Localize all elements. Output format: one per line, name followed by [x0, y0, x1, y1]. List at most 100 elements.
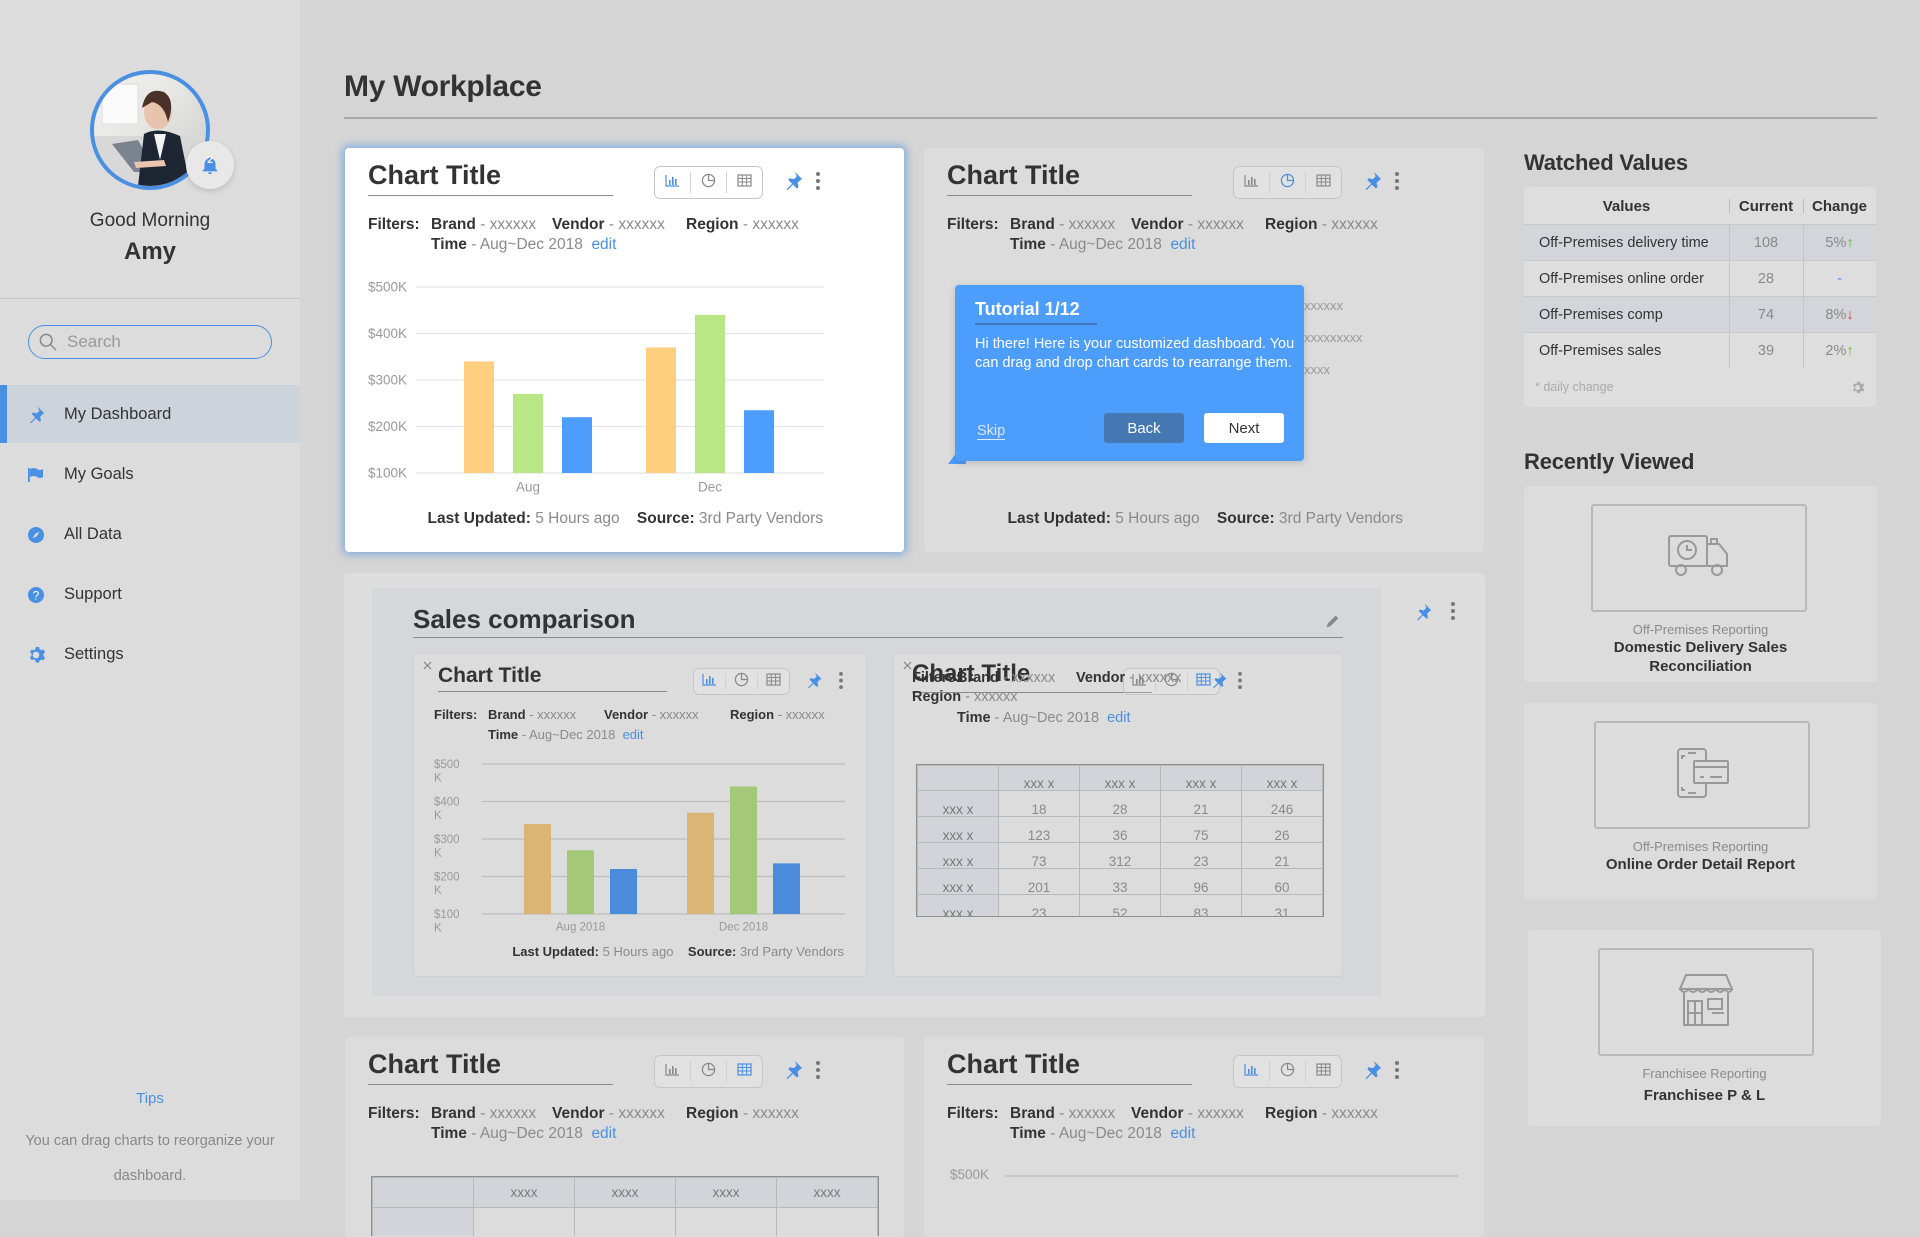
pie-view-button[interactable]: [690, 171, 726, 194]
edit-pencil-icon[interactable]: [1324, 612, 1342, 630]
edit-filters-link[interactable]: edit: [1107, 710, 1130, 726]
filter-region[interactable]: Region - xxxxxx: [1265, 216, 1378, 234]
bar-view-button[interactable]: [1234, 1061, 1269, 1083]
sidebar-item-my-dashboard[interactable]: My Dashboard: [0, 385, 300, 443]
partial-value: xxxx: [1304, 362, 1330, 377]
gear-icon[interactable]: [1850, 380, 1865, 395]
filter-time[interactable]: Time - Aug~Dec 2018 edit: [957, 710, 1130, 726]
card-title[interactable]: Chart Title: [438, 664, 667, 693]
table-view-button[interactable]: [757, 672, 789, 691]
search-box[interactable]: [28, 325, 272, 359]
chart-card[interactable]: $100 K $200 K $300 K $400 K $500 K Aug 2018 Dec 201…: [413, 653, 867, 977]
table-view-button[interactable]: [1305, 1060, 1341, 1083]
card-title[interactable]: Chart Title: [368, 160, 613, 197]
recent-item[interactable]: Off-Premises Reporting Online Order Deta…: [1524, 703, 1877, 899]
filter-vendor[interactable]: Vendor - xxxxxx: [1131, 216, 1244, 234]
bar-chart: $100K $200K $300K $400K $500K Aug Dec: [368, 280, 824, 495]
edit-filters-link[interactable]: edit: [591, 1125, 616, 1142]
tips-title[interactable]: Tips: [0, 1090, 300, 1107]
watched-value-row[interactable]: Off-Premises comp 74 8%↓: [1524, 296, 1876, 333]
more-options-button[interactable]: [815, 1059, 821, 1086]
filter-region[interactable]: Region - xxxxxx: [912, 689, 1018, 705]
table-view-button[interactable]: [1305, 171, 1341, 194]
chart-card[interactable]: Chart Title Filters: Brand - xxxxxx Vendor …: [924, 1037, 1484, 1237]
card-title[interactable]: Chart Title: [947, 1049, 1192, 1086]
filter-region[interactable]: Region - xxxxxx: [686, 1105, 799, 1123]
bar-view-button[interactable]: [655, 1061, 690, 1083]
sidebar-divider: [0, 298, 300, 299]
filter-vendor[interactable]: Vendor - xxxxxx: [604, 707, 699, 722]
bar-view-button[interactable]: [694, 673, 725, 691]
pie-view-button[interactable]: [725, 672, 757, 691]
edit-filters-link[interactable]: edit: [591, 236, 616, 253]
watched-value-row[interactable]: Off-Premises delivery time 108 5%↑: [1524, 224, 1876, 261]
sidebar-item-settings[interactable]: Settings: [0, 625, 300, 683]
pin-button[interactable]: [1209, 671, 1228, 695]
filter-time[interactable]: Time - Aug~Dec 2018 edit: [488, 727, 644, 742]
more-options-button[interactable]: [838, 671, 844, 695]
edit-filters-link[interactable]: edit: [623, 727, 644, 742]
filter-region[interactable]: Region - xxxxxx: [686, 216, 799, 234]
sidebar-item-support[interactable]: ? Support: [0, 565, 300, 623]
pin-button[interactable]: [1361, 170, 1383, 197]
sidebar-item-my-goals[interactable]: My Goals: [0, 445, 300, 503]
pie-view-button[interactable]: [1269, 1060, 1305, 1083]
notification-button[interactable]: 2: [186, 141, 234, 189]
pin-button[interactable]: [782, 1059, 804, 1086]
filter-region[interactable]: Region - xxxxxx: [1265, 1105, 1378, 1123]
table-view-button[interactable]: [726, 1060, 762, 1083]
filter-time[interactable]: Time - Aug~Dec 2018 edit: [431, 1125, 616, 1143]
filter-brand[interactable]: Brand - xxxxxx: [431, 1105, 536, 1123]
pin-button[interactable]: [804, 671, 823, 695]
filter-brand[interactable]: Brand - xxxxxx: [488, 707, 576, 722]
pin-button[interactable]: [782, 170, 804, 197]
bar-view-button[interactable]: [1234, 172, 1269, 194]
pin-button[interactable]: [1361, 1059, 1383, 1086]
filter-time[interactable]: Time - Aug~Dec 2018 edit: [1010, 1125, 1195, 1143]
filter-time[interactable]: Time - Aug~Dec 2018 edit: [431, 236, 616, 254]
filters-label: Filters:: [947, 1105, 999, 1122]
table-card[interactable]: Chart Title Filters: Brand - xxxxxx Vendor …: [893, 653, 1343, 977]
watched-value-row[interactable]: Off-Premises sales 39 2%↑: [1524, 332, 1876, 369]
filter-vendor[interactable]: Vendor - xxxxxx: [1076, 670, 1182, 686]
recent-item[interactable]: Off-Premises Reporting Domestic Delivery…: [1524, 486, 1877, 682]
sidebar-item-all-data[interactable]: All Data: [0, 505, 300, 563]
watched-value-row[interactable]: Off-Premises online order 28 -: [1524, 260, 1876, 297]
trend-up-icon: ↑: [1846, 235, 1854, 251]
filter-brand[interactable]: Brand - xxxxxx: [957, 670, 1055, 686]
recent-item[interactable]: Franchisee Reporting Franchisee P & L: [1528, 930, 1881, 1126]
search-input[interactable]: [67, 330, 257, 354]
y-tick-label: $100: [434, 909, 460, 921]
next-button[interactable]: Next: [1204, 413, 1284, 443]
edit-filters-link[interactable]: edit: [1170, 236, 1195, 253]
close-button[interactable]: [420, 658, 434, 672]
filter-vendor[interactable]: Vendor - xxxxxx: [1131, 1105, 1244, 1123]
more-options-button[interactable]: [1448, 601, 1458, 625]
table-card[interactable]: Chart Title Filters: Brand - xxxxxx Vendor …: [345, 1037, 904, 1237]
filter-brand[interactable]: Brand - xxxxxx: [431, 216, 536, 234]
more-options-button[interactable]: [1394, 1059, 1400, 1086]
table-view-button[interactable]: [726, 171, 762, 194]
sales-comparison-group[interactable]: Sales comparison $100 K $200 K $300 K $400 K $50…: [344, 573, 1485, 1017]
filter-time[interactable]: Time - Aug~Dec 2018 edit: [1010, 236, 1195, 254]
more-options-button[interactable]: [1237, 671, 1243, 695]
filter-brand[interactable]: Brand - xxxxxx: [1010, 216, 1115, 234]
card-title[interactable]: Chart Title: [947, 160, 1192, 197]
edit-filters-link[interactable]: edit: [1170, 1125, 1195, 1142]
pin-button[interactable]: [1412, 603, 1434, 625]
back-button[interactable]: Back: [1104, 413, 1184, 443]
column-header: xxxx: [776, 1177, 878, 1208]
more-options-button[interactable]: [1394, 170, 1400, 197]
card-title[interactable]: Chart Title: [368, 1049, 613, 1086]
pie-view-button[interactable]: [1269, 171, 1305, 194]
bar-view-button[interactable]: [655, 172, 690, 194]
filter-brand[interactable]: Brand - xxxxxx: [1010, 1105, 1115, 1123]
skip-link[interactable]: Skip: [977, 423, 1006, 440]
more-options-button[interactable]: [815, 170, 821, 197]
filter-region[interactable]: Region - xxxxxx: [730, 707, 825, 722]
filter-vendor[interactable]: Vendor - xxxxxx: [552, 1105, 665, 1123]
pie-view-button[interactable]: [690, 1060, 726, 1083]
bar: [646, 347, 676, 473]
filter-vendor[interactable]: Vendor - xxxxxx: [552, 216, 665, 234]
chart-card[interactable]: $100K $200K $300K $400K $500K Aug Dec Chart Tit…: [345, 148, 904, 552]
